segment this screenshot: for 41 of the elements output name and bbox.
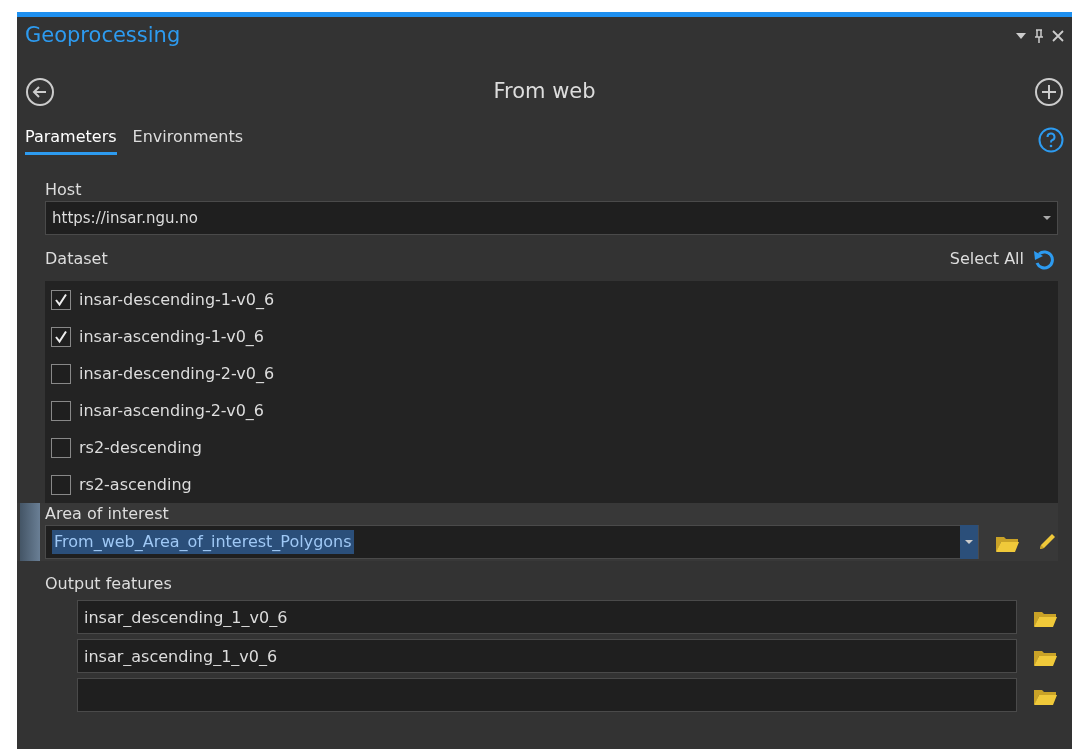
output-field[interactable]: insar_ascending_1_v0_6 [77,639,1017,673]
tool-title: From web [492,78,597,106]
tab[interactable]: Environments [132,125,244,155]
close-icon [1052,30,1064,42]
output-field[interactable]: insar_descending_1_v0_6 [77,600,1017,634]
help-icon [1038,127,1064,153]
field-label: Area of interest [44,503,170,525]
help-button[interactable] [1038,127,1064,153]
plus-icon [1034,77,1064,107]
dropdown-value: From_web_Area_of_interest_Polygons [52,530,354,554]
pin-icon [1034,29,1044,43]
output-field[interactable] [77,678,1017,712]
dataset-item[interactable]: insar-ascending-2-v0_6 [45,392,1058,429]
pane-title: Geoprocessing [25,22,181,50]
pin-button[interactable] [1034,29,1044,43]
dropdown-value: https://insar.ngu.no [52,207,199,229]
dataset-item[interactable]: rs2-descending [45,429,1058,466]
dataset-item[interactable]: insar-ascending-1-v0_6 [45,318,1058,355]
caret-icon [1016,33,1026,39]
field-label: Output features [44,573,173,595]
checkbox[interactable] [51,363,71,384]
dataset-item[interactable]: insar-descending-1-v0_6 [45,281,1058,318]
caret-icon [965,540,973,544]
tab[interactable]: Parameters [25,125,117,155]
caret-icon [1043,216,1051,220]
host-dropdown[interactable]: https://insar.ngu.no [45,201,1058,235]
checkbox[interactable] [51,326,71,347]
field-label: Dataset [45,248,108,270]
dropdown-button[interactable] [1016,33,1026,39]
back-button[interactable] [25,77,55,107]
dataset-item[interactable]: rs2-ascending [45,466,1058,503]
close-button[interactable] [1052,30,1064,42]
area-dropdown[interactable]: From_web_Area_of_interest_Polygons [45,525,979,559]
checkbox[interactable] [51,400,71,421]
checkbox[interactable] [51,289,71,310]
select-all-button[interactable]: Select All [949,248,1058,270]
add-button[interactable] [1034,77,1064,107]
field-label: Host [44,179,83,201]
checkbox[interactable] [51,474,71,495]
dataset-item[interactable]: insar-descending-2-v0_6 [45,355,1058,392]
checkbox[interactable] [51,437,71,458]
